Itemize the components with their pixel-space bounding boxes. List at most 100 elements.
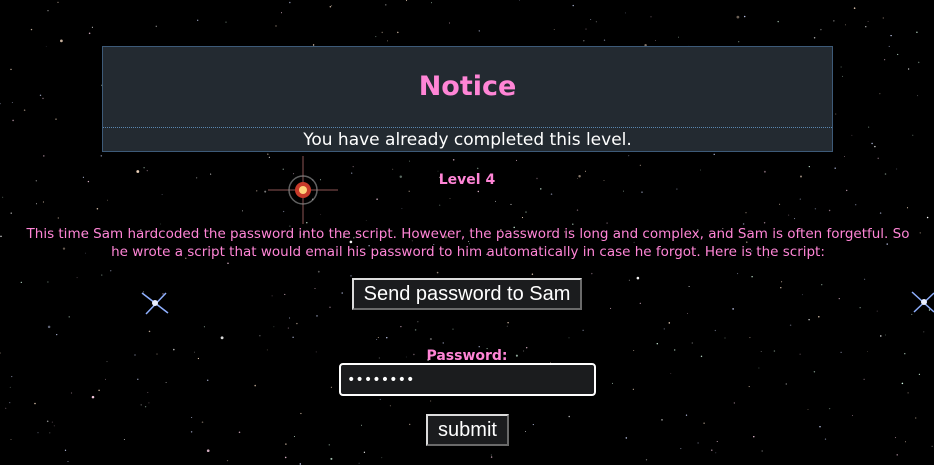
star-decoration [387, 40, 388, 42]
star-decoration [846, 189, 848, 192]
star-decoration [896, 168, 898, 170]
level-heading: Level 4 [438, 172, 496, 188]
star-decoration [859, 307, 861, 309]
star-decoration [365, 219, 367, 221]
star-decoration [490, 454, 492, 456]
star-decoration [206, 379, 209, 382]
star-decoration [271, 295, 273, 297]
star-decoration [507, 322, 509, 324]
star-decoration [96, 208, 99, 210]
star-decoration [801, 294, 803, 296]
star-decoration [392, 168, 394, 170]
star-decoration [931, 445, 933, 447]
star-decoration [758, 367, 760, 369]
star-decoration [282, 168, 284, 170]
star-decoration [808, 318, 810, 321]
star-decoration [697, 442, 699, 444]
star-decoration [703, 422, 705, 424]
star-decoration [478, 30, 480, 32]
star-decoration [329, 6, 331, 8]
star-decoration [91, 26, 93, 28]
password-field[interactable] [339, 363, 596, 396]
star-decoration [907, 392, 909, 394]
star-decoration [639, 302, 641, 304]
star-decoration [585, 28, 587, 30]
level-description: This time Sam hardcoded the password int… [26, 226, 910, 260]
star-decoration [907, 68, 910, 70]
star-decoration [807, 409, 809, 410]
star-decoration [890, 34, 892, 37]
star-decoration [49, 432, 51, 434]
star-decoration [572, 4, 574, 7]
star-decoration [101, 274, 103, 276]
star-decoration [897, 53, 899, 56]
star-decoration [733, 402, 735, 404]
submit-button[interactable]: submit [426, 414, 509, 446]
star-decoration [495, 200, 496, 202]
star-decoration [376, 198, 378, 200]
star-decoration [51, 421, 53, 423]
star-decoration [442, 342, 444, 344]
star-decoration [794, 218, 796, 220]
star-decoration [401, 208, 403, 210]
star-decoration [923, 331, 925, 333]
star-decoration [853, 7, 856, 9]
star-decoration [361, 424, 362, 426]
star-decoration [865, 26, 867, 28]
star-decoration [42, 201, 44, 203]
star-decoration [506, 325, 508, 327]
star-decoration [162, 293, 164, 295]
star-decoration [819, 426, 821, 428]
star-decoration [264, 190, 267, 193]
star-decoration [550, 193, 553, 195]
star-decoration [763, 222, 766, 224]
star-decoration [688, 285, 690, 288]
star-decoration [628, 279, 630, 281]
star-decoration [912, 134, 914, 136]
star-decoration [317, 270, 320, 273]
star-decoration [0, 235, 2, 238]
star-decoration [256, 190, 258, 192]
star-decoration [400, 325, 402, 328]
star-decoration [521, 217, 524, 219]
star-decoration [879, 93, 881, 95]
star-decoration [789, 324, 792, 327]
star-decoration [510, 203, 512, 205]
star-decoration [329, 306, 331, 309]
star-decoration [36, 203, 37, 205]
star-decoration [242, 210, 243, 212]
star-decoration [687, 313, 689, 315]
star-decoration [888, 45, 890, 47]
star-decoration [11, 376, 13, 378]
star-decoration [639, 164, 641, 166]
star-decoration [641, 191, 643, 193]
star-decoration [300, 412, 302, 415]
star-decoration [330, 457, 333, 460]
star-decoration [606, 222, 608, 224]
star-decoration [863, 378, 865, 380]
star-decoration [625, 437, 628, 439]
star-decoration [137, 378, 139, 381]
star-decoration [896, 454, 898, 456]
star-decoration [110, 270, 112, 272]
star-decoration [753, 436, 755, 438]
star-decoration [10, 68, 12, 71]
star-decoration [9, 402, 11, 404]
send-password-button[interactable]: Send password to Sam [352, 278, 582, 310]
star-decoration [238, 431, 241, 434]
star-decoration [0, 103, 2, 105]
star-decoration [47, 10, 49, 12]
star-decoration [851, 134, 853, 136]
star-decoration [668, 322, 671, 324]
star-decoration [919, 232, 921, 234]
star-decoration [808, 166, 810, 168]
star-decoration [663, 328, 665, 330]
star-decoration [583, 39, 585, 42]
star-decoration [877, 157, 879, 160]
star-decoration [105, 378, 106, 380]
star-decoration [64, 449, 67, 451]
star-decoration [143, 291, 145, 293]
star-decoration [37, 432, 39, 434]
star-decoration [788, 214, 790, 216]
star-decoration [916, 31, 918, 33]
